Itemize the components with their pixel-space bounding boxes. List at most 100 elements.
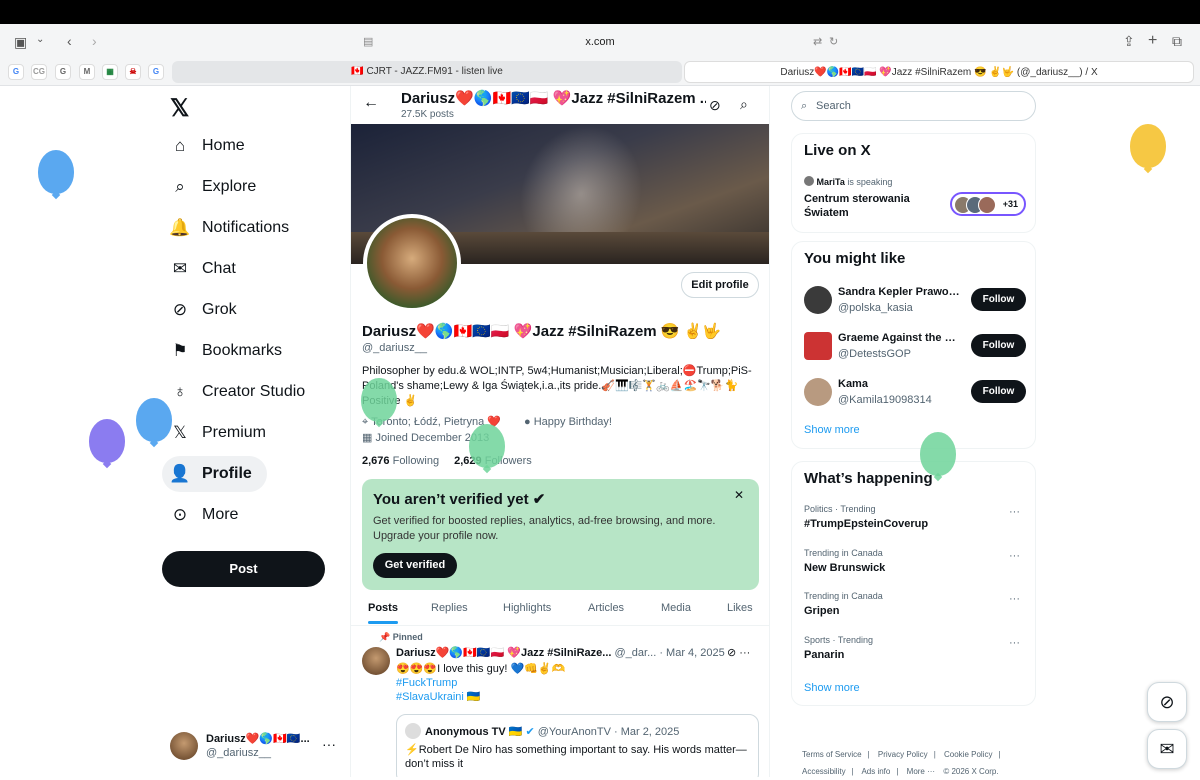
- trend-item[interactable]: Trending in Canada New Brunswick ···: [804, 548, 1029, 582]
- maple-favicon[interactable]: ☠: [125, 64, 141, 80]
- tab-media[interactable]: Media: [661, 602, 691, 614]
- right-sidebar: ⌕ Search Live on X MariTa is speaking Ce…: [790, 86, 1040, 777]
- left-navigation: 𝕏 ⌂ Home ⌕ Explore 🔔 Notifications ✉ Chat ⊘ Grok ⚑…: [162, 86, 350, 777]
- suggestion-item[interactable]: Sandra Kepler Prawo i ... @polska_kasia …: [804, 284, 1029, 316]
- nav-item-bookmarks[interactable]: ⚑ Bookmarks: [162, 333, 342, 369]
- page-settings-icon[interactable]: ▤: [363, 29, 373, 55]
- post-author[interactable]: Dariusz❤️🌎🇨🇦🇪🇺🇵🇱 💖Jazz #SilniRaze...: [396, 647, 611, 659]
- more-dots-icon[interactable]: ···: [1009, 637, 1020, 649]
- post-button[interactable]: Post: [162, 551, 325, 587]
- profile-avatar[interactable]: [363, 214, 461, 312]
- cg-favicon[interactable]: CG: [31, 64, 47, 80]
- nav-item-profile[interactable]: 👤 Profile: [162, 456, 267, 492]
- search-input[interactable]: ⌕ Search: [791, 91, 1036, 121]
- more-dots-icon[interactable]: ···: [1009, 550, 1020, 562]
- tab-posts[interactable]: Posts: [368, 602, 398, 624]
- google-favicon[interactable]: G: [8, 64, 24, 80]
- search-icon: ⌕: [175, 177, 185, 196]
- sheets-favicon[interactable]: ▦: [102, 64, 118, 80]
- new-tab-icon[interactable]: +: [1148, 33, 1157, 49]
- post-avatar[interactable]: [362, 647, 390, 675]
- happening-title: What’s happening: [804, 470, 933, 487]
- tab-highlights[interactable]: Highlights: [503, 602, 551, 614]
- footer-link[interactable]: Privacy Policy: [878, 750, 928, 759]
- live-title: Live on X: [804, 142, 871, 159]
- get-verified-button[interactable]: Get verified: [373, 553, 457, 578]
- address-bar[interactable]: ▤ x.com ⇄ ↻: [355, 29, 845, 55]
- more-dots-icon[interactable]: ···: [1009, 593, 1020, 605]
- grok-icon[interactable]: ⊘: [727, 647, 736, 659]
- nav-item-home[interactable]: ⌂ Home: [162, 128, 342, 164]
- m-favicon[interactable]: M: [79, 64, 95, 80]
- nav-item-notifications[interactable]: 🔔 Notifications: [162, 210, 342, 246]
- reload-icon[interactable]: ↻: [829, 29, 838, 55]
- show-more-link[interactable]: Show more: [804, 682, 860, 694]
- hashtag-link[interactable]: #FuckTrump: [396, 676, 756, 690]
- tab-overview-icon[interactable]: ⧉: [1172, 34, 1182, 48]
- tab-replies[interactable]: Replies: [431, 602, 468, 614]
- more-dots-icon[interactable]: ···: [322, 736, 336, 752]
- post-date[interactable]: · Mar 4, 2025: [659, 647, 724, 659]
- x-logo-icon[interactable]: 𝕏: [170, 94, 189, 123]
- google-favicon-2[interactable]: G: [148, 64, 164, 80]
- nav-item-chat[interactable]: ✉ Chat: [162, 251, 342, 287]
- pin-icon: 📌: [379, 632, 391, 642]
- nav-item-explore[interactable]: ⌕ Explore: [162, 169, 342, 205]
- follow-button[interactable]: Follow: [971, 334, 1026, 357]
- pinned-post[interactable]: 📌 Pinned Dariusz❤️🌎🇨🇦🇪🇺🇵🇱 💖Jazz #SilniRa…: [351, 626, 769, 777]
- nav-item-label: More: [202, 506, 239, 523]
- live-room-title[interactable]: Centrum sterowania Światem: [804, 192, 934, 220]
- back-arrow-icon[interactable]: ←: [363, 94, 379, 112]
- footer-link[interactable]: Ads info: [861, 767, 890, 776]
- footer-link[interactable]: Terms of Service: [802, 750, 862, 759]
- chevron-down-icon[interactable]: ⌄: [36, 35, 44, 45]
- search-icon[interactable]: ⌕: [740, 96, 748, 113]
- hashtag-link[interactable]: #SlavaUkraini 🇺🇦: [396, 690, 756, 704]
- forward-icon[interactable]: ›: [92, 34, 97, 48]
- post-handle[interactable]: @_dar...: [615, 647, 657, 659]
- follow-button[interactable]: Follow: [971, 288, 1026, 311]
- footer-link[interactable]: More ···: [907, 767, 935, 776]
- trend-item[interactable]: Politics · Trending #TrumpEpsteinCoverup…: [804, 504, 1029, 538]
- show-more-link[interactable]: Show more: [804, 424, 860, 436]
- tab-x-profile[interactable]: Dariusz❤️🌎🇨🇦🇪🇺🇵🇱 💖Jazz #SilniRazem 😎 ✌️🤟…: [684, 61, 1194, 83]
- close-icon[interactable]: ✕: [734, 488, 744, 502]
- follow-button[interactable]: Follow: [971, 380, 1026, 403]
- trend-item[interactable]: Trending in Canada Gripen ···: [804, 591, 1029, 625]
- footer-link[interactable]: Accessibility: [802, 767, 846, 776]
- more-dots-icon[interactable]: ···: [1009, 506, 1020, 518]
- sidebar-toggle-icon[interactable]: ▣: [14, 35, 27, 49]
- tab-jazz-fm[interactable]: 🇨🇦 CJRT - JAZZ.FM91 - listen live: [172, 61, 682, 83]
- tab-likes[interactable]: Likes: [727, 602, 753, 614]
- translate-icon[interactable]: ⇄: [813, 29, 822, 55]
- suggestion-handle: @Kamila19098314: [838, 394, 932, 406]
- suggestion-name: Kama: [838, 378, 868, 390]
- trend-name: New Brunswick: [804, 562, 886, 574]
- avatar: [405, 723, 421, 739]
- nav-item-more[interactable]: ⊙ More: [162, 497, 342, 533]
- following-link[interactable]: 2,676 Following: [362, 455, 439, 467]
- account-switcher[interactable]: Dariusz❤️🌎🇨🇦🇪🇺... @_dariusz__ ···: [170, 730, 350, 766]
- live-listeners-pill[interactable]: +31: [950, 192, 1026, 216]
- edit-profile-button[interactable]: Edit profile: [681, 272, 759, 298]
- nav-item-grok[interactable]: ⊘ Grok: [162, 292, 342, 328]
- search-icon: ⌕: [801, 100, 808, 112]
- grok-fab-icon[interactable]: ⊘: [1147, 682, 1187, 722]
- footer-link[interactable]: Cookie Policy: [944, 750, 992, 759]
- tab-articles[interactable]: Articles: [588, 602, 624, 614]
- nav-item-premium[interactable]: 𝕏 Premium: [162, 415, 342, 451]
- post-text: 😍😍😍I love this guy! 💙👊✌️🫶 #FuckTrump #Sl…: [396, 662, 756, 704]
- back-icon[interactable]: ‹: [67, 34, 72, 48]
- suggestion-item[interactable]: Kama @Kamila19098314 Follow: [804, 376, 1029, 408]
- nav-item-creator-studio[interactable]: ♁ Creator Studio: [162, 374, 342, 410]
- messages-fab-icon[interactable]: ✉: [1147, 729, 1187, 769]
- person-icon: 👤: [169, 464, 191, 483]
- who-to-follow-card: You might like Sandra Kepler Prawo i ...…: [791, 241, 1036, 449]
- suggestion-item[interactable]: Graeme Against the Pe... @DetestsGOP Fol…: [804, 330, 1029, 362]
- grok-icon[interactable]: ⊘: [709, 97, 721, 114]
- trend-item[interactable]: Sports · Trending Panarin ···: [804, 635, 1029, 669]
- share-icon[interactable]: ⇪: [1123, 34, 1135, 48]
- more-dots-icon[interactable]: ···: [739, 647, 750, 659]
- quoted-post[interactable]: Anonymous TV 🇺🇦 ✔ @YourAnonTV · Mar 2, 2…: [396, 714, 759, 777]
- g-favicon[interactable]: G: [55, 64, 71, 80]
